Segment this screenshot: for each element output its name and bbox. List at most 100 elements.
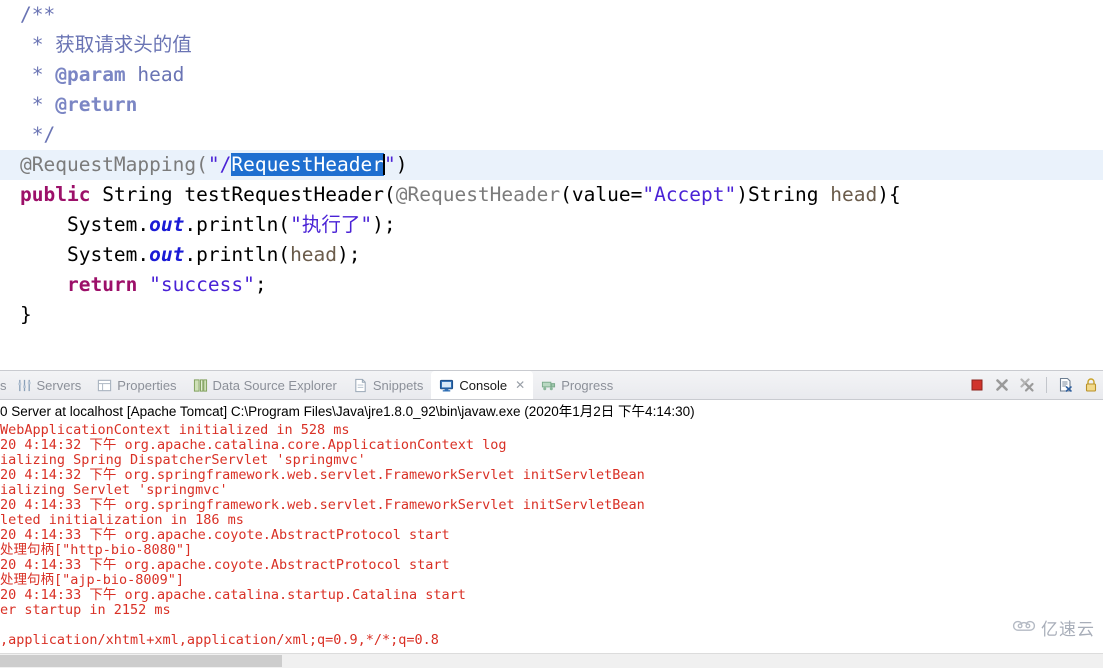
watermark-text: 亿速云: [1041, 620, 1095, 640]
semicolon: ;: [254, 273, 267, 296]
println-call: .println(: [184, 243, 291, 266]
code-line-8: System.out.println("执行了");: [0, 210, 1103, 240]
return-type: String: [102, 183, 173, 206]
tab-console[interactable]: Console ✕: [431, 371, 534, 399]
brace-open: ){: [877, 183, 901, 206]
console-log-lines: WebApplicationContext initialized in 528…: [0, 423, 1103, 648]
string-quote-close: ": [243, 273, 255, 296]
code-line-1: /**: [0, 0, 1103, 30]
code-line-9: System.out.println(head);: [0, 240, 1103, 270]
paren-close: ): [395, 153, 408, 176]
remove-all-x-icon[interactable]: [1019, 377, 1035, 393]
stop-square-icon[interactable]: [969, 377, 985, 393]
console-process-header: 0 Server at localhost [Apache Tomcat] C:…: [0, 404, 695, 419]
code-line-4: * @return: [0, 90, 1103, 120]
console-line: er startup in 2152 ms: [0, 602, 171, 618]
console-line: 20 4:14:33 下午 org.apache.coyote.Abstract…: [0, 527, 450, 543]
code-line-7: public String testRequestHeader(@Request…: [20, 183, 901, 206]
horizontal-scrollbar-thumb[interactable]: [0, 655, 282, 667]
console-line: leted initialization in 186 ms: [0, 512, 244, 528]
string-quote-close: ": [360, 213, 373, 236]
system-ref: System.: [66, 213, 150, 236]
param-head: head: [830, 183, 878, 206]
annotation-attr-value: value=: [571, 183, 643, 206]
code-line-10: return "success";: [0, 270, 1103, 300]
snippets-icon: [353, 378, 368, 393]
annotation-request-mapping: @RequestMapping(: [20, 153, 208, 176]
code-line-11: }: [0, 300, 1103, 330]
string-quote-open: ": [207, 153, 220, 176]
tab-servers-label: Servers: [36, 377, 82, 393]
tab-servers[interactable]: Servers: [9, 371, 90, 399]
properties-icon: [97, 378, 112, 393]
tab-progress-label: Progress: [561, 377, 614, 393]
string-success: success: [160, 273, 244, 296]
comment-close: */: [20, 123, 56, 146]
tab-snippets[interactable]: Snippets: [345, 371, 432, 399]
out-field: out: [149, 243, 185, 266]
data-source-icon: [193, 378, 208, 393]
code-line-6: @RequestMapping("/RequestHeader"): [0, 150, 1103, 180]
clear-console-icon[interactable]: [1058, 377, 1074, 393]
console-line: 处理句柄["http-bio-8080"]: [0, 542, 193, 558]
comment-chinese-text: 获取请求头的值: [55, 33, 192, 56]
console-line: 20 4:14:33 下午 org.apache.catalina.startu…: [0, 587, 466, 603]
javadoc-param-name: head: [125, 63, 185, 86]
console-icon: [439, 378, 454, 393]
watermark: 亿速云: [1011, 615, 1095, 640]
console-line: 20 4:14:33 下午 org.springframework.web.se…: [0, 497, 645, 513]
toolbar-separator: [1046, 377, 1047, 393]
string-quote-open: ": [149, 273, 161, 296]
string-quote-close: ": [383, 153, 396, 176]
tab-data-source-explorer-label: Data Source Explorer: [212, 377, 337, 393]
tab-snippets-label: Snippets: [372, 377, 424, 393]
out-field: out: [149, 213, 185, 236]
console-toolbar: [959, 371, 1103, 399]
close-icon[interactable]: ✕: [515, 378, 525, 392]
console-line: 20 4:14:33 下午 org.apache.coyote.Abstract…: [0, 557, 450, 573]
remove-x-icon[interactable]: [994, 377, 1010, 393]
bottom-panel: s Servers Properties Data Source Explore…: [0, 370, 1103, 668]
javadoc-return-tag: @return: [55, 93, 138, 116]
tab-clipped-label: s: [0, 377, 7, 393]
string-quote-open: ": [642, 183, 655, 206]
tab-properties[interactable]: Properties: [89, 371, 184, 399]
servers-icon: [17, 378, 32, 393]
string-quote-open: ": [290, 213, 302, 236]
method-name: testRequestHeader: [184, 183, 384, 206]
console-line: ializing Servlet 'springmvc': [0, 482, 228, 498]
console-line: WebApplicationContext initialized in 528…: [0, 422, 350, 438]
code-line-2: * 获取请求头的值: [0, 30, 1103, 60]
tab-clipped[interactable]: s: [0, 371, 9, 399]
string-quote-close: ": [724, 183, 737, 206]
selected-text[interactable]: RequestHeader: [231, 153, 384, 176]
keyword-public: public: [20, 183, 91, 206]
system-ref: System.: [66, 243, 150, 266]
comment-star: *: [20, 33, 56, 56]
console-line: ,application/xhtml+xml,application/xml;q…: [0, 632, 439, 648]
comment-star: *: [20, 63, 56, 86]
code-editor[interactable]: /** * 获取请求头的值 * @param head * @return */…: [0, 0, 1103, 370]
tab-data-source-explorer[interactable]: Data Source Explorer: [185, 371, 345, 399]
path-slash: /: [219, 153, 232, 176]
println-call: .println(: [184, 213, 291, 236]
scroll-lock-icon[interactable]: [1083, 377, 1099, 393]
annotation-request-header: @RequestHeader: [395, 183, 561, 206]
console-line: 20 4:14:32 下午 org.apache.catalina.core.A…: [0, 437, 507, 453]
brace-close: }: [20, 303, 32, 326]
comment-star: *: [20, 93, 56, 116]
string-chinese-exec: 执行了: [301, 213, 361, 236]
tab-properties-label: Properties: [117, 377, 177, 393]
cloud-logo-icon: [1011, 616, 1037, 639]
console-line: ializing Spring DispatcherServlet 'sprin…: [0, 452, 366, 468]
head-reference: head: [290, 243, 338, 266]
statement-end: );: [372, 213, 396, 236]
statement-end: );: [337, 243, 361, 266]
horizontal-scrollbar[interactable]: [0, 653, 1103, 668]
code-line-3: * @param head: [0, 60, 1103, 90]
tab-progress[interactable]: Progress: [533, 371, 621, 399]
param-type: String: [748, 183, 819, 206]
keyword-return: return: [66, 273, 138, 296]
console-output[interactable]: 0 Server at localhost [Apache Tomcat] C:…: [0, 400, 1103, 658]
